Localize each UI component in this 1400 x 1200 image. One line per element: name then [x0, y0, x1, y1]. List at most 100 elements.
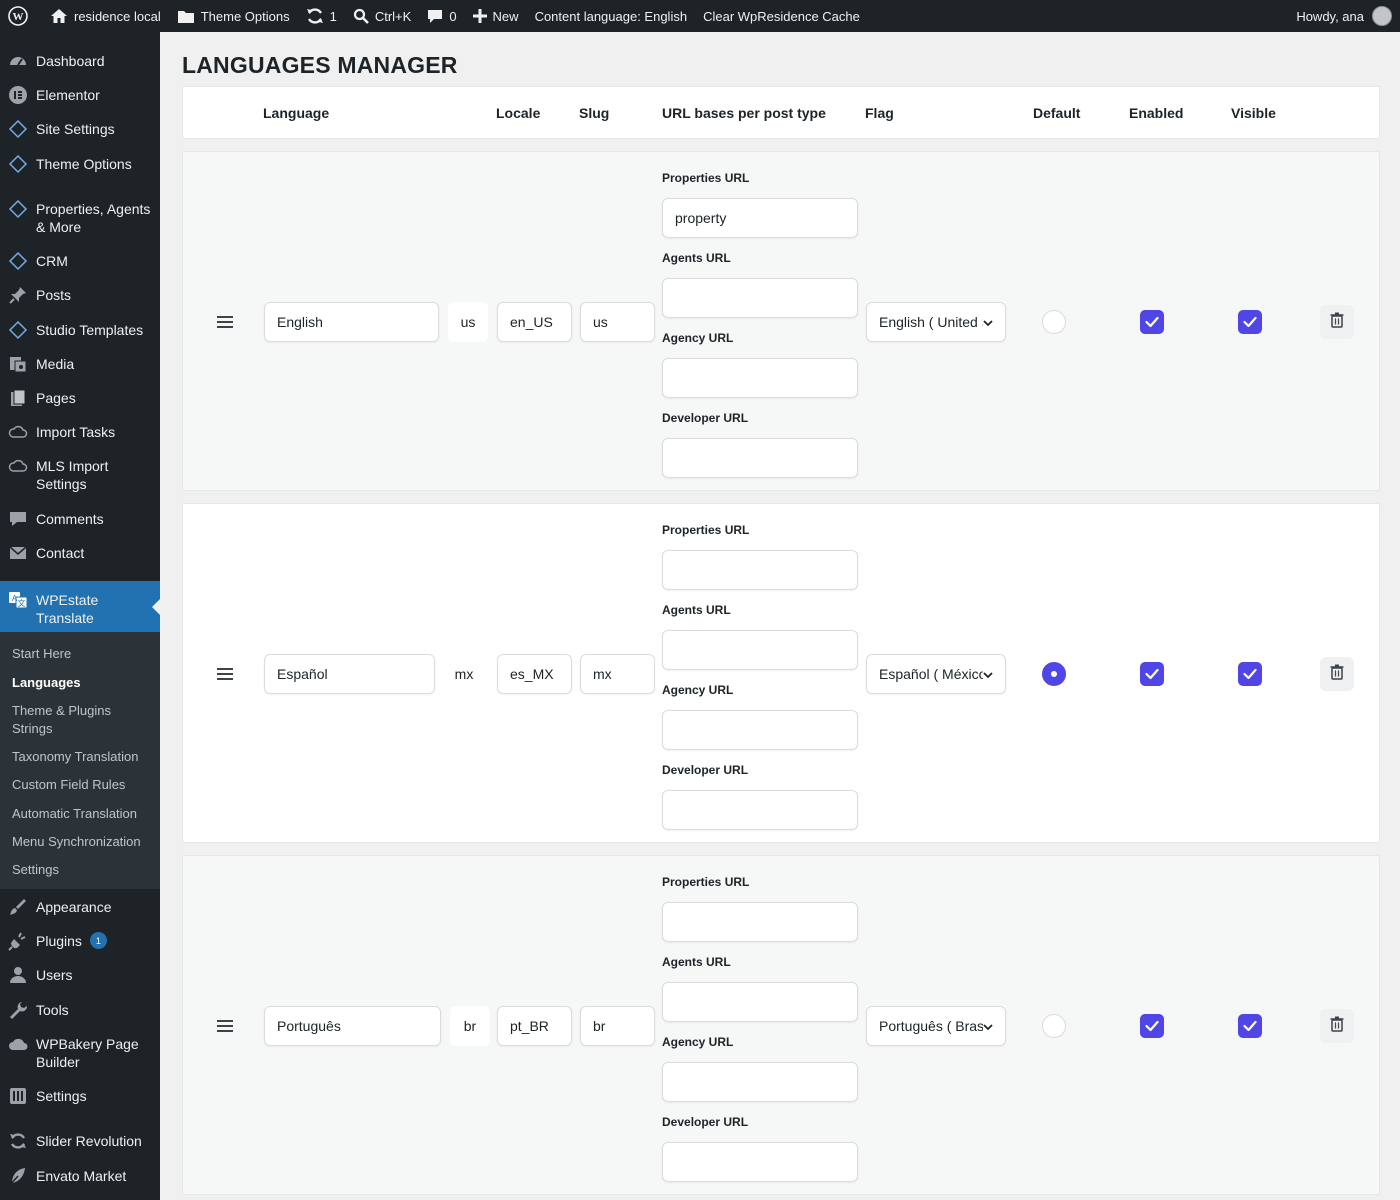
locale-input[interactable]: en_US	[497, 302, 572, 342]
locale-input[interactable]: es_MX	[497, 654, 572, 694]
sidebar-item-theme-options[interactable]: Theme Options	[0, 154, 160, 174]
site-name-link[interactable]: residence local	[42, 0, 169, 32]
sidebar-item-label: WPBakery Page Builder	[36, 1036, 139, 1070]
default-radio[interactable]	[1042, 310, 1066, 334]
developer-url-input[interactable]	[662, 438, 858, 478]
svg-text:文: 文	[18, 598, 26, 608]
sidebar-item-slider-revolution[interactable]: Slider Revolution	[0, 1131, 160, 1151]
submenu-item-automatic-translation[interactable]: Automatic Translation	[12, 805, 157, 823]
sidebar-item-pages[interactable]: Pages	[0, 388, 160, 408]
sidebar-item-label: Properties, Agents & More	[36, 201, 151, 235]
slug-input[interactable]: us	[580, 302, 655, 342]
enabled-checkbox[interactable]	[1140, 662, 1164, 686]
flag-select[interactable]: English ( United States )	[866, 302, 1006, 342]
sidebar-item-envato-market[interactable]: Envato Market	[0, 1166, 160, 1186]
sidebar-item-dashboard[interactable]: Dashboard	[0, 51, 160, 71]
locale-input[interactable]: pt_BR	[497, 1006, 572, 1046]
drag-handle-icon[interactable]	[217, 316, 233, 328]
drag-handle-icon[interactable]	[217, 668, 233, 680]
flag-select[interactable]: Português ( Brasil )	[866, 1006, 1006, 1046]
sidebar-item-users[interactable]: Users	[0, 965, 160, 985]
submenu-item-custom-field-rules[interactable]: Custom Field Rules	[12, 776, 157, 794]
sidebar-item-appearance[interactable]: Appearance	[0, 897, 160, 917]
delete-language-button[interactable]	[1320, 657, 1354, 691]
sidebar-item-tools[interactable]: Tools	[0, 1000, 160, 1020]
sidebar-item-wpestate-translate[interactable]: A 文 WPEstate Translate	[0, 581, 160, 633]
sidebar-item-properties-agents-more[interactable]: Properties, Agents & More	[0, 199, 160, 236]
trash-icon	[1330, 1016, 1344, 1037]
submenu-item-taxonomy-translation[interactable]: Taxonomy Translation	[12, 748, 157, 766]
language-name-input[interactable]: English	[264, 302, 439, 342]
sidebar-item-contact[interactable]: Contact	[0, 543, 160, 563]
visible-checkbox[interactable]	[1238, 1014, 1262, 1038]
slug-input[interactable]: mx	[580, 654, 655, 694]
enabled-checkbox[interactable]	[1140, 310, 1164, 334]
submenu-item-start-here[interactable]: Start Here	[12, 645, 157, 663]
language-name-input[interactable]: Português	[264, 1006, 441, 1046]
visible-checkbox[interactable]	[1238, 310, 1262, 334]
sidebar-item-label: Envato Market	[36, 1168, 127, 1184]
enabled-checkbox[interactable]	[1140, 1014, 1164, 1038]
sidebar-item-settings[interactable]: Settings	[0, 1086, 160, 1106]
visible-checkbox[interactable]	[1238, 662, 1262, 686]
agency-url-label: Agency URL	[662, 683, 734, 697]
sidebar-item-plugins[interactable]: Plugins 1	[0, 931, 160, 951]
sidebar-item-label: Settings	[36, 1088, 87, 1104]
sidebar-item-site-settings[interactable]: Site Settings	[0, 119, 160, 139]
sidebar-item-wpbakery-page-builder[interactable]: WPBakery Page Builder	[0, 1034, 160, 1071]
sidebar-item-mls-import-settings[interactable]: MLS Import Settings	[0, 456, 160, 493]
theme-options-link[interactable]: Theme Options	[169, 0, 298, 32]
flag-select[interactable]: Español ( México )	[866, 654, 1006, 694]
developer-url-input[interactable]	[662, 1142, 858, 1182]
elementor-icon	[8, 85, 28, 105]
howdy-label: Howdy, ana	[1296, 8, 1364, 24]
updates-link[interactable]: 1	[298, 0, 345, 32]
delete-language-button[interactable]	[1320, 1009, 1354, 1043]
theme-options-label: Theme Options	[200, 8, 290, 24]
submenu-item-languages[interactable]: Languages	[12, 674, 157, 692]
content-language-link[interactable]: Content language: English	[527, 0, 696, 32]
agency-url-input[interactable]	[662, 1062, 858, 1102]
language-name-input[interactable]: Español	[264, 654, 435, 694]
sidebar-item-media[interactable]: Media	[0, 354, 160, 374]
slug-input[interactable]: br	[580, 1006, 655, 1046]
developer-url-input[interactable]	[662, 790, 858, 830]
agents-url-input[interactable]	[662, 982, 858, 1022]
plugins-update-badge: 1	[89, 932, 107, 949]
agents-url-input[interactable]	[662, 630, 858, 670]
sidebar-item-label: CRM	[36, 253, 68, 269]
submenu-item-menu-synchronization[interactable]: Menu Synchronization	[12, 833, 157, 851]
refresh-icon	[306, 8, 323, 24]
agents-url-label: Agents URL	[662, 251, 731, 265]
wp-logo-button[interactable]: W	[0, 0, 42, 32]
search-shortcut[interactable]: Ctrl+K	[345, 0, 419, 32]
sidebar-item-import-tasks[interactable]: Import Tasks	[0, 422, 160, 442]
drag-handle-icon[interactable]	[217, 1020, 233, 1032]
agency-url-input[interactable]	[662, 358, 858, 398]
submenu-item-settings[interactable]: Settings	[12, 861, 157, 879]
properties-url-input[interactable]	[662, 902, 858, 942]
default-radio[interactable]	[1042, 1014, 1066, 1038]
submenu-item-theme-plugins-strings[interactable]: Theme & Plugins Strings	[12, 702, 122, 738]
new-content-link[interactable]: New	[465, 0, 527, 32]
translate-icon: A文	[8, 590, 28, 610]
user-account-menu[interactable]: Howdy, ana	[1288, 0, 1400, 32]
sidebar-item-posts[interactable]: Posts	[0, 285, 160, 305]
sidebar-item-elementor[interactable]: Elementor	[0, 85, 160, 105]
sidebar-item-comments[interactable]: Comments	[0, 509, 160, 529]
properties-url-input[interactable]	[662, 550, 858, 590]
plus-icon	[472, 9, 487, 23]
comments-link[interactable]: 0	[419, 0, 464, 32]
sidebar-item-crm[interactable]: CRM	[0, 251, 160, 271]
default-radio[interactable]	[1042, 662, 1066, 686]
delete-language-button[interactable]	[1320, 305, 1354, 339]
agents-url-input[interactable]	[662, 278, 858, 318]
clear-cache-link[interactable]: Clear WpResidence Cache	[695, 0, 868, 32]
sidebar-item-studio-templates[interactable]: Studio Templates	[0, 320, 160, 340]
trash-icon	[1330, 664, 1344, 685]
media-icon	[8, 354, 28, 374]
properties-url-input[interactable]: property	[662, 198, 858, 238]
chevron-down-icon	[983, 666, 993, 682]
agency-url-input[interactable]	[662, 710, 858, 750]
agency-url-label: Agency URL	[662, 331, 734, 345]
